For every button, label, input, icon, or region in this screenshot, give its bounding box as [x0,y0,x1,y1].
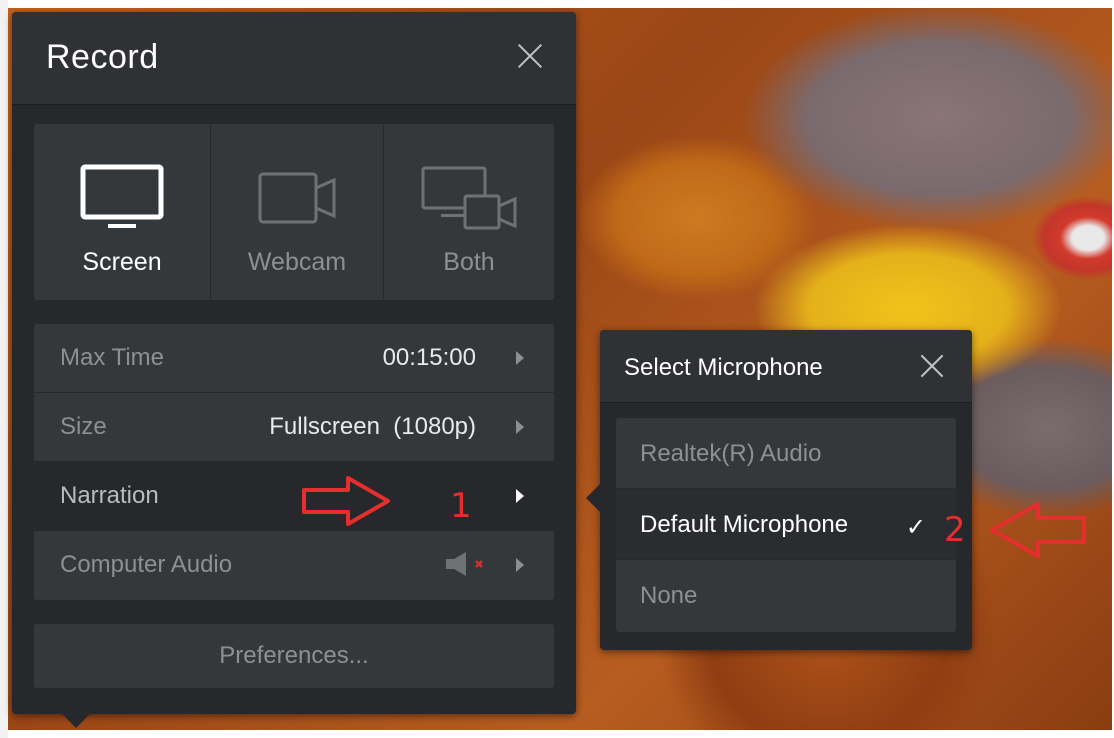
annotation-step-1: 1 [450,486,472,526]
panel-pointer [62,714,90,728]
preferences-label: Preferences... [219,642,369,669]
annotation-arrow-right-icon [302,476,390,526]
mic-option-label: Realtek(R) Audio [640,440,822,467]
max-time-label: Max Time [60,344,165,371]
mode-both-label: Both [443,248,495,276]
computer-audio-label: Computer Audio [60,551,233,578]
mode-both-button[interactable]: Both [384,124,554,300]
close-icon[interactable] [516,42,544,70]
record-title: Record [46,38,159,76]
chevron-right-icon [516,420,524,434]
narration-row[interactable]: Narration [34,462,554,531]
mic-title: Select Microphone [624,354,823,381]
speaker-muted-icon [446,552,483,576]
mode-screen-label: Screen [82,248,162,276]
record-panel: Record Screen Webcam Both Max Time 00:15… [12,12,576,728]
monitor-camera-icon [421,166,517,230]
size-label: Size [60,413,107,440]
popup-pointer [586,484,600,512]
mic-header: Select Microphone [600,330,972,403]
capture-mode-group: Screen Webcam Both [34,124,554,300]
narration-label: Narration [60,482,159,509]
chevron-right-icon [516,351,524,365]
record-header: Record [12,12,576,105]
chevron-right-icon [516,558,524,572]
mic-option-label: None [640,582,698,609]
mic-option-realtek[interactable]: Realtek(R) Audio [616,418,956,489]
size-row[interactable]: Size Fullscreen (1080p) [34,393,554,462]
mic-option-label: Default Microphone [640,511,849,538]
check-icon: ✓ [905,514,926,541]
chevron-right-icon [516,489,524,503]
preferences-button[interactable]: Preferences... [34,624,554,688]
annotation-arrow-left-icon [990,502,1086,558]
close-icon[interactable] [920,354,944,378]
settings-list: Max Time 00:15:00 Size Fullscreen (1080p… [34,324,554,600]
annotation-step-2: 2 [944,510,966,550]
max-time-row[interactable]: Max Time 00:15:00 [34,324,554,393]
size-value: Fullscreen (1080p) [269,413,476,440]
monitor-icon [80,164,164,228]
mic-option-default[interactable]: Default Microphone ✓ [616,489,956,560]
computer-audio-row[interactable]: Computer Audio [34,531,554,599]
microphone-list: Realtek(R) Audio Default Microphone ✓ No… [616,418,956,632]
camera-icon [258,172,336,224]
left-edge [0,0,8,738]
mic-option-none[interactable]: None [616,560,956,630]
mode-screen-button[interactable]: Screen [34,124,211,300]
max-time-value: 00:15:00 [382,344,476,371]
mode-webcam-button[interactable]: Webcam [211,124,384,300]
select-microphone-panel: Select Microphone Realtek(R) Audio Defau… [586,330,972,650]
mode-webcam-label: Webcam [247,248,347,276]
